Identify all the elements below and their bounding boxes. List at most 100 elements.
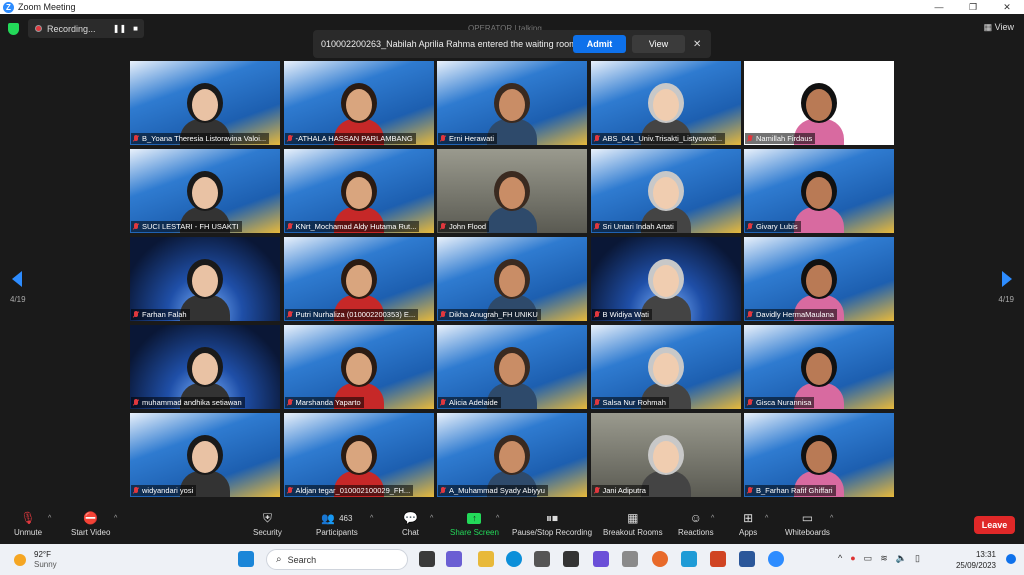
participant-tile[interactable]: Erni Herawati	[437, 61, 587, 145]
store-icon[interactable]	[534, 551, 550, 567]
video-options-caret-icon[interactable]: ^	[114, 515, 117, 522]
start-video-button[interactable]: ⛔ Start Video	[71, 511, 110, 541]
recording-label-toolbar: Pause/Stop Recording	[512, 528, 593, 537]
close-window-button[interactable]: ✕	[990, 0, 1024, 14]
file-explorer-icon[interactable]	[478, 551, 494, 567]
edge-browser-icon[interactable]	[506, 551, 522, 567]
participant-tile[interactable]: Dikha Anugrah_FH UNIKU	[437, 237, 587, 321]
participant-tile[interactable]: A_Muhammad Syady Abiyyu	[437, 413, 587, 497]
participant-tile[interactable]: Aldjan tegar_010002100029_FH...	[283, 413, 434, 497]
tray-app-icon[interactable]: ●	[850, 553, 855, 564]
participant-face	[192, 353, 218, 385]
participant-tile[interactable]: Givary Lubis	[744, 149, 894, 233]
tray-overflow-icon[interactable]: ^	[838, 553, 842, 564]
participant-name: KNrt_Mochamad Aldy Hutama Rut...	[295, 222, 417, 231]
participant-name: A_Muhammad Syady Abiyyu	[449, 486, 545, 495]
participant-face	[806, 353, 832, 385]
participant-tile[interactable]: Namillah Firdaus	[744, 61, 894, 145]
close-notification-icon[interactable]: ✕	[693, 39, 701, 50]
video-off-icon: ⛔	[83, 511, 99, 525]
participant-tile[interactable]: Salsa Nur Rohmah	[590, 325, 741, 409]
participant-tile[interactable]: widyandari yosi	[130, 413, 280, 497]
app-icon-2[interactable]	[622, 551, 638, 567]
participant-tile[interactable]: Putri Nurhaliza (010002200353) E...	[283, 237, 434, 321]
participant-tile[interactable]: B_Farhan Rafif Ghiffari	[744, 413, 894, 497]
task-view-icon[interactable]	[419, 551, 435, 567]
participant-tile[interactable]: ABS_041_Univ.Trisakti_Listyowati...	[590, 61, 741, 145]
volume-icon[interactable]: 🔈	[896, 553, 907, 564]
zoom-taskbar-icon[interactable]	[768, 551, 784, 567]
participant-tile[interactable]: Farhan Falah	[130, 237, 280, 321]
participant-tile[interactable]: Jani Adiputra	[590, 413, 741, 497]
participant-face	[499, 441, 525, 473]
encryption-shield-icon[interactable]	[8, 23, 19, 35]
app-icon[interactable]	[563, 551, 579, 567]
participants-button[interactable]: 👥 463 Participants	[316, 511, 358, 541]
participant-name: Namillah Firdaus	[756, 134, 813, 143]
participant-tile[interactable]: B Widiya Wati	[590, 237, 741, 321]
view-waiting-room-button[interactable]: View	[632, 35, 685, 53]
chat-button[interactable]: 💬 Chat	[402, 511, 419, 541]
apps-button[interactable]: ⊞ Apps	[739, 511, 757, 541]
participant-tile[interactable]: Davidly HermaMaulana	[744, 237, 894, 321]
next-page-arrow-icon[interactable]	[1002, 271, 1012, 287]
participant-name: Jani Adiputra	[602, 486, 646, 495]
maximize-button[interactable]: ❐	[956, 0, 990, 14]
wifi-icon[interactable]: ≋	[880, 553, 888, 564]
participant-face	[652, 177, 679, 209]
participant-tile[interactable]: Alicia Adelaide	[437, 325, 587, 409]
unmute-button[interactable]: 🎙 Unmute	[14, 511, 42, 541]
participant-tile[interactable]: muhammad andhika setiawan	[130, 325, 280, 409]
breakout-rooms-button[interactable]: ▦ Breakout Rooms	[603, 511, 663, 541]
participant-face	[345, 265, 372, 297]
participant-tile[interactable]: KNrt_Mochamad Aldy Hutama Rut...	[283, 149, 434, 233]
reactions-options-caret-icon[interactable]: ^	[711, 515, 714, 522]
share-screen-button[interactable]: ↑ Share Screen	[450, 511, 499, 541]
muted-mic-icon	[440, 486, 446, 495]
stop-recording-icon[interactable]: ■	[129, 22, 142, 35]
admit-button[interactable]: Admit	[573, 35, 626, 53]
participant-name-label: Jani Adiputra	[591, 485, 649, 496]
participants-options-caret-icon[interactable]: ^	[370, 515, 373, 522]
previous-page-arrow-icon[interactable]	[12, 271, 22, 287]
windows-start-icon[interactable]	[238, 551, 254, 567]
participant-tile[interactable]: Marshanda Yaparto	[283, 325, 434, 409]
audio-options-caret-icon[interactable]: ^	[48, 515, 51, 522]
taskbar-search[interactable]: ⌕ Search	[266, 549, 408, 570]
chat-options-caret-icon[interactable]: ^	[430, 515, 433, 522]
tray-usb-icon[interactable]: ▭	[864, 553, 873, 564]
pause-recording-icon[interactable]: ❚❚	[113, 22, 126, 35]
battery-icon[interactable]: ▯	[915, 553, 920, 564]
whiteboards-button[interactable]: ▭ Whiteboards	[785, 511, 830, 541]
participant-name-label: Farhan Falah	[131, 309, 190, 320]
apps-options-caret-icon[interactable]: ^	[765, 515, 768, 522]
firefox-icon[interactable]	[652, 551, 668, 567]
participant-face	[345, 89, 372, 121]
system-clock[interactable]: 13:31 25/09/2023	[956, 549, 996, 571]
word-icon[interactable]	[739, 551, 755, 567]
notification-center-icon[interactable]	[1006, 554, 1016, 564]
participant-tile[interactable]: Gisca Nurannisa	[744, 325, 894, 409]
share-options-caret-icon[interactable]: ^	[496, 515, 499, 522]
participant-tile[interactable]: SUCI LESTARI - FH USAKTI	[130, 149, 280, 233]
weather-widget[interactable]: 92°F Sunny	[14, 550, 57, 570]
onenote-icon[interactable]	[593, 551, 609, 567]
whiteboards-options-caret-icon[interactable]: ^	[830, 515, 833, 522]
participant-tile[interactable]: -ATHALA HASSAN PARLAMBANG	[283, 61, 434, 145]
app-icon-3[interactable]	[681, 551, 697, 567]
powerpoint-icon[interactable]	[710, 551, 726, 567]
participant-tile[interactable]: Sri Untari Indah Artati	[590, 149, 741, 233]
reactions-label: Reactions	[678, 528, 714, 537]
security-button[interactable]: ⛨ Security	[253, 511, 282, 541]
minimize-button[interactable]: —	[922, 0, 956, 14]
pause-stop-recording-button[interactable]: ⏸⏹ Pause/Stop Recording	[512, 511, 592, 541]
participant-face	[806, 441, 832, 473]
recording-label: Recording...	[47, 23, 96, 34]
participant-tile[interactable]: B_Yoana Theresia Listoravina Valoi...	[130, 61, 280, 145]
teams-chat-icon[interactable]	[446, 551, 462, 567]
muted-mic-icon	[440, 398, 446, 407]
reactions-button[interactable]: ☺ Reactions	[678, 511, 714, 541]
leave-button[interactable]: Leave	[974, 516, 1015, 534]
view-button[interactable]: ▦ View	[984, 22, 1014, 33]
participant-tile[interactable]: John Flood	[437, 149, 587, 233]
